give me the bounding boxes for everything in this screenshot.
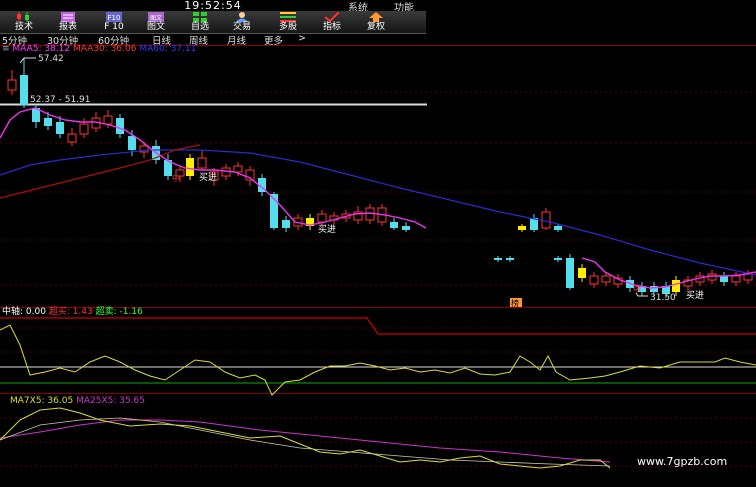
candle-body <box>566 258 574 288</box>
buy-label-1: 买进 <box>199 172 217 183</box>
osc-indicator-row[interactable]: 中轴: 0.00 超买: 1.43 超卖: -1.16 <box>2 307 143 317</box>
candle-body <box>494 258 502 260</box>
overbought-label: 超买: 1.43 <box>48 307 93 317</box>
candle-body <box>554 226 562 230</box>
candle-body <box>390 222 398 228</box>
candle-body <box>541 211 551 229</box>
candle-body <box>317 213 327 223</box>
candle-body <box>672 280 680 292</box>
candle-body <box>743 273 753 281</box>
ma60-label: MA60: 37.11 <box>139 44 197 54</box>
ma25x5-line <box>0 419 611 463</box>
main-indicator-row[interactable]: ≡ MAA5: 38.12 MAA30: 36.06 MA60: 37.11 <box>2 44 196 54</box>
candle-body <box>707 273 717 281</box>
candle-body <box>44 118 52 126</box>
oscillator-line <box>0 324 756 396</box>
candle-body <box>186 158 194 176</box>
candle-body <box>56 122 64 134</box>
low-price-label: 31.50 <box>650 293 676 303</box>
ma7x5-label: MA7X5: 36.05 <box>10 396 74 406</box>
candle-body <box>720 276 728 282</box>
candle-body <box>233 165 243 173</box>
maa5-line-right <box>581 257 756 289</box>
rank-marker: 榜 <box>511 298 519 308</box>
maa30-label: MAA30: 36.06 <box>73 44 137 54</box>
candle-body <box>601 275 611 283</box>
candle-body <box>116 118 124 134</box>
buy-label-3: 买进 <box>686 290 704 301</box>
candle-body <box>589 275 599 285</box>
range-label: 52.37 - 51.91 <box>30 95 91 105</box>
maa5-label: MAA5: 38.12 <box>12 44 71 54</box>
candle-body <box>282 220 290 228</box>
candle-body <box>197 157 207 169</box>
ma-indicator-row[interactable]: MA7X5: 36.05 MA25X5: 35.65 <box>10 396 145 406</box>
candle-body <box>67 133 77 143</box>
kline-chart[interactable]: 57.42 52.37 - 51.91 31.50 买进 买进 买进 中 中 榜 <box>0 0 756 487</box>
overbought-line <box>0 317 756 335</box>
buy-label-2: 买进 <box>318 224 336 235</box>
ma7x5-line <box>0 407 611 469</box>
high-price-label: 57.42 <box>38 54 64 64</box>
high-pointer <box>19 57 36 64</box>
candle-body <box>128 136 136 150</box>
candles-group <box>7 58 753 298</box>
mid-marker-2: 中 <box>633 284 641 294</box>
oversold-label: 超卖: -1.16 <box>95 307 143 317</box>
candle-body <box>554 258 562 260</box>
mid-marker-1: 中 <box>172 173 180 183</box>
candle-body <box>506 258 514 260</box>
candle-body <box>79 123 89 135</box>
candle-body <box>518 226 526 230</box>
candle-body <box>7 79 17 91</box>
ma25x5-label: MA25X5: 35.65 <box>76 396 146 406</box>
candle-body <box>103 115 113 125</box>
candle-body <box>402 226 410 230</box>
candle-body <box>20 75 28 105</box>
candle-body <box>578 268 586 278</box>
axis-label: 中轴: 0.00 <box>2 307 46 317</box>
watermark-text: www.7gpzb.com <box>637 455 728 468</box>
candle-body <box>731 275 741 283</box>
